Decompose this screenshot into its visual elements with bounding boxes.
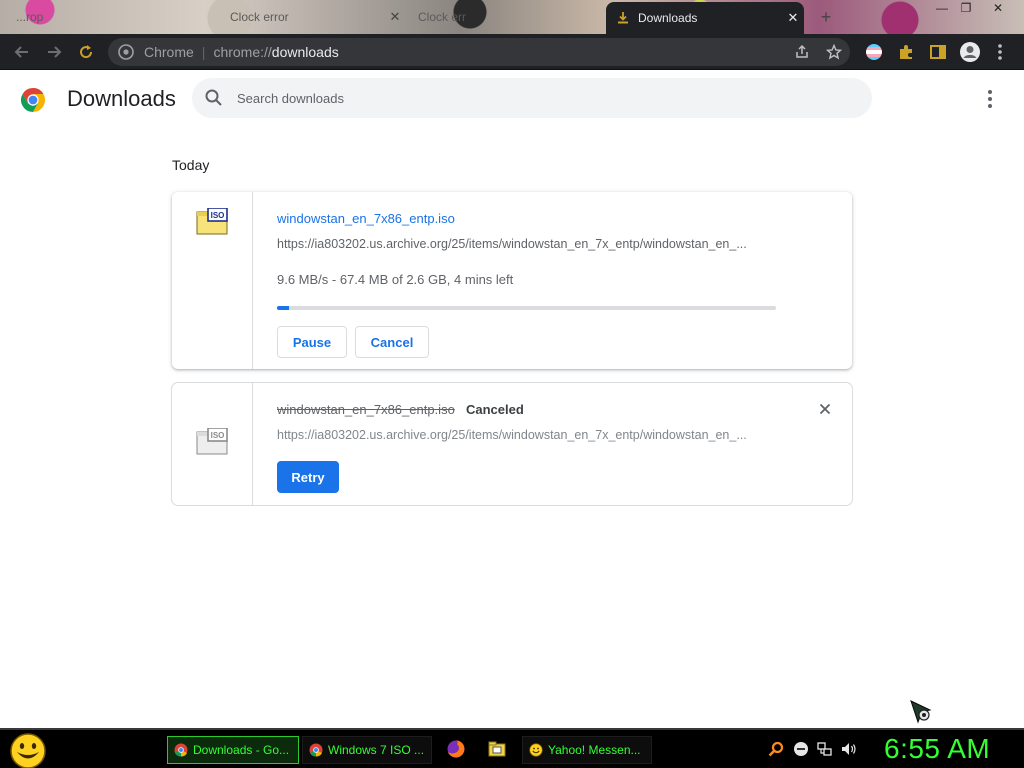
side-panel-icon (930, 45, 946, 59)
pause-button[interactable]: Pause (277, 326, 347, 358)
browser-menu-button[interactable] (988, 40, 1012, 64)
bookmark-button[interactable] (822, 40, 846, 64)
task-label: Yahoo! Messen... (548, 743, 641, 757)
restore-icon[interactable]: ❐ (952, 0, 980, 16)
cancel-button[interactable]: Cancel (355, 326, 429, 358)
download-icon (618, 12, 628, 24)
chrome-page-icon (118, 44, 140, 60)
puzzle-icon (900, 45, 912, 59)
progress-bar (277, 306, 776, 310)
kebab-menu-icon (998, 44, 1002, 60)
firefox-icon[interactable] (446, 739, 466, 759)
url-prefix: chrome:// (213, 44, 272, 60)
tab-close-icon[interactable]: ✕ (782, 10, 804, 26)
share-icon (796, 44, 808, 58)
tab-downloads[interactable]: Downloads ✕ (606, 2, 804, 34)
tab-close-icon[interactable]: ✕ (384, 9, 406, 25)
flag-avatar-icon (866, 44, 882, 60)
iso-file-icon: ISO (196, 428, 228, 455)
forward-button[interactable] (42, 40, 66, 64)
taskbar-clock[interactable]: 6:55 AM (884, 733, 990, 765)
mouse-cursor-icon (910, 700, 932, 724)
profile-button[interactable] (958, 40, 982, 64)
iso-file-icon: ISO (196, 208, 228, 235)
browser-toolbar: Chrome | chrome://downloads (0, 34, 1024, 70)
new-tab-button[interactable]: + (816, 7, 836, 27)
downloads-header: Downloads (0, 70, 1024, 128)
file-icon-column: ISO (172, 192, 253, 369)
dot-icon (988, 97, 992, 101)
taskbar: Downloads - Go... Windows 7 ISO ... Yaho… (0, 728, 1024, 768)
star-icon (826, 44, 842, 60)
download-item-canceled: ISO windowstan_en_7x86_entp.iso Canceled… (172, 383, 852, 505)
profile-flag-button[interactable] (862, 40, 886, 64)
tab-title: ...rop (16, 10, 44, 24)
tab-2[interactable]: Clock error ✕ (206, 4, 406, 30)
back-button[interactable] (10, 40, 34, 64)
progress-bar-fill (277, 306, 290, 310)
chrome-icon (309, 743, 323, 757)
taskbar-item-yahoo-messenger[interactable]: Yahoo! Messen... (522, 736, 652, 764)
download-progress-text: 9.6 MB/s - 67.4 MB of 2.6 GB, 4 mins lef… (277, 272, 514, 287)
iso-label: ISO (211, 211, 225, 220)
share-button[interactable] (790, 40, 814, 64)
taskbar-item-downloads[interactable]: Downloads - Go... (167, 736, 299, 764)
omnibox-url: chrome://downloads (213, 44, 338, 60)
download-status: Canceled (466, 402, 524, 417)
file-name-canceled: windowstan_en_7x86_entp.iso (277, 402, 455, 417)
search-tray-icon[interactable] (768, 741, 784, 757)
file-icon-column: ISO (172, 383, 253, 505)
reload-icon (80, 45, 93, 59)
page-title: Downloads (67, 86, 176, 111)
chrome-scheme-label: Chrome (144, 44, 194, 60)
iso-label: ISO (211, 431, 225, 440)
close-window-icon[interactable]: ✕ (984, 0, 1012, 16)
tab-strip: ...rop Clock error ✕ Clock err ✕ Downloa… (0, 0, 1024, 34)
minus-circle-tray-icon[interactable] (793, 741, 809, 757)
side-panel-button[interactable] (926, 40, 950, 64)
dot-icon (988, 90, 992, 94)
source-url[interactable]: https://ia803202.us.archive.org/25/items… (277, 237, 777, 251)
start-smiley-icon[interactable] (8, 732, 48, 768)
url-host: downloads (271, 44, 339, 60)
file-manager-icon[interactable] (487, 739, 507, 759)
close-icon (819, 403, 831, 415)
smiley-icon (529, 743, 543, 757)
more-actions-button[interactable] (978, 86, 1002, 112)
tab-title: Clock error (230, 10, 289, 24)
tab-1[interactable]: ...rop (6, 4, 206, 30)
arrow-left-icon (14, 46, 28, 58)
remove-from-list-button[interactable] (815, 399, 835, 419)
tab-title: Clock err (418, 10, 467, 24)
dot-icon (988, 104, 992, 108)
user-avatar-icon (960, 42, 980, 62)
arrow-right-icon (48, 46, 62, 58)
chrome-icon (174, 743, 188, 757)
search-bar[interactable] (192, 78, 872, 118)
download-item-in-progress: ISO windowstan_en_7x86_entp.iso https://… (172, 192, 852, 369)
file-name-link[interactable]: windowstan_en_7x86_entp.iso (277, 211, 455, 226)
tab-title: Downloads (638, 11, 698, 25)
tab-3[interactable]: Clock err ✕ (408, 4, 604, 30)
task-label: Windows 7 ISO ... (328, 743, 425, 757)
retry-button[interactable]: Retry (277, 461, 339, 493)
chrome-logo-icon (20, 88, 46, 112)
search-input[interactable] (237, 90, 837, 106)
taskbar-item-windows7-iso[interactable]: Windows 7 ISO ... (302, 736, 432, 764)
volume-tray-icon[interactable] (841, 741, 857, 757)
task-label: Downloads - Go... (193, 743, 290, 757)
network-tray-icon[interactable] (817, 741, 833, 757)
search-icon (205, 89, 222, 106)
extensions-button[interactable] (894, 40, 918, 64)
address-bar[interactable]: Chrome | chrome://downloads (108, 38, 850, 66)
reload-button[interactable] (74, 40, 98, 64)
source-url[interactable]: https://ia803202.us.archive.org/25/items… (277, 428, 777, 442)
omnibox-separator: | (201, 44, 206, 60)
date-section-label: Today (172, 157, 210, 173)
